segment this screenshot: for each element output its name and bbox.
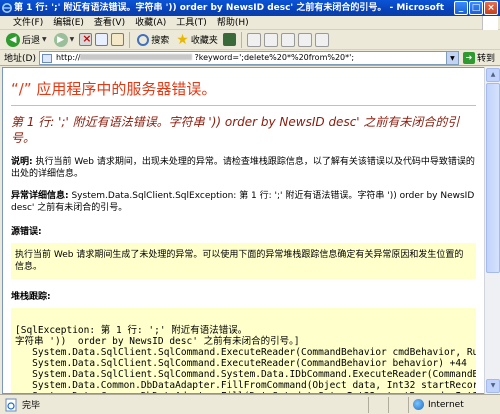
search-label: 搜索 [151,36,170,46]
exception-label: 异常详细信息: [11,191,69,201]
favorites-label: 收藏夹 [190,36,218,46]
toolbar-divider [240,31,242,48]
globe-icon [413,399,424,410]
forward-button[interactable]: ▶ ▼ [52,31,77,49]
back-button[interactable]: ◀ 后退 ▼ [4,31,49,49]
go-button[interactable]: ➜ 转到 [462,51,495,64]
address-value: ?keyword=';delete%20*%20from%20*'; [194,52,355,62]
menu-view[interactable]: 查看(V) [89,16,130,30]
address-prefix: http:// [55,52,81,62]
back-arrow-icon: ◀ [6,32,20,47]
page-heading: “/” 应用程序中的服务器错误。 [11,74,476,106]
minimize-button[interactable]: _ [454,1,468,15]
page-icon [41,53,52,63]
error-title: 第 1 行: ';' 附近有语法错误。字符串 ')) order by News… [11,115,460,145]
description-paragraph: 说明: 执行当前 Web 请求期间，出现未处理的异常。请检查堆栈跟踪信息，以了解… [11,156,476,180]
ie-logo-icon [2,3,12,13]
chevron-down-icon: ▼ [69,36,75,43]
stop-icon[interactable] [79,32,93,46]
media-icon[interactable] [222,33,236,46]
refresh-icon[interactable] [95,33,109,46]
messenger-icon[interactable] [314,32,329,47]
source-error-label: 源错误: [11,227,42,237]
toolbar-divider [129,31,131,48]
toolbar: ◀ 后退 ▼ ▶ ▼ 搜索 ★ 收藏夹 [0,30,500,50]
search-icon [137,33,150,46]
favorites-button[interactable]: ★ 收藏夹 [174,31,220,49]
windows-flag-icon [482,16,498,30]
close-button[interactable]: × [484,1,498,15]
description-label: 说明: [11,157,33,167]
go-arrow-icon: ➜ [462,51,475,64]
page-status-icon [5,398,17,411]
print-icon[interactable] [280,32,295,47]
stack-trace-label: 堆栈跟踪: [11,292,51,302]
stack-trace-box: [SqlException: 第 1 行: ';' 附近有语法错误。 字符串 '… [11,308,476,393]
address-label: 地址(D) [4,54,36,64]
menu-help[interactable]: 帮助(H) [212,16,254,30]
exception-text: System.Data.SqlClient.SqlException: 第 1 … [11,191,475,213]
chevron-down-icon: ▼ [42,36,47,43]
vertical-scrollbar[interactable]: ▲ ▼ [484,67,500,394]
source-error-box: 执行当前 Web 请求期间生成了未处理的异常。可以使用下面的异常堆栈跟踪信息确定… [11,243,476,279]
redacted-host [80,54,193,60]
title-bar: 第 1 行: ';' 附近有语法错误。字符串 ')) order by News… [0,0,500,16]
menu-favorites[interactable]: 收藏(A) [130,16,171,30]
mail-icon[interactable] [263,32,278,47]
status-bar: 完毕 Internet [0,394,500,414]
address-input[interactable]: http:// ?keyword=';delete%20*%20from%20*'… [38,50,447,65]
menu-tools[interactable]: 工具(T) [171,16,212,30]
address-dropdown-button[interactable]: ▼ [446,50,459,65]
forward-arrow-icon: ▶ [53,32,68,47]
zone-label: Internet [428,399,464,410]
menu-file[interactable]: 文件(F) [8,16,48,30]
maximize-button[interactable]: □ [469,1,483,15]
status-cell [388,396,408,413]
status-cell [368,396,388,413]
menu-edit[interactable]: 编辑(E) [48,16,89,30]
edit-icon[interactable] [297,32,312,47]
page-content: “/” 应用程序中的服务器错误。 第 1 行: ';' 附近有语法错误。字符串 … [2,67,484,394]
search-button[interactable]: 搜索 [135,31,171,49]
address-bar: 地址(D) http:// ?keyword=';delete%20*%20fro… [0,50,500,66]
back-label: 后退 [22,36,41,46]
window-title: 第 1 行: ';' 附近有语法错误。字符串 ')) order by News… [14,3,444,13]
go-label: 转到 [476,54,495,64]
exception-paragraph: 异常详细信息: System.Data.SqlClient.SqlExcepti… [11,190,476,214]
scroll-down-icon[interactable]: ▼ [486,379,500,393]
scroll-up-icon[interactable]: ▲ [486,68,500,82]
security-zone: Internet [408,396,500,413]
status-text: 完毕 [22,401,41,411]
menu-bar: 文件(F) 编辑(E) 查看(V) 收藏(A) 工具(T) 帮助(H) [0,16,500,30]
home-icon[interactable] [111,33,125,46]
star-icon: ★ [176,31,189,48]
scroll-thumb[interactable] [486,83,500,273]
description-text: 执行当前 Web 请求期间，出现未处理的异常。请检查堆栈跟踪信息，以了解有关该错… [11,157,475,179]
history-icon[interactable] [246,32,261,47]
